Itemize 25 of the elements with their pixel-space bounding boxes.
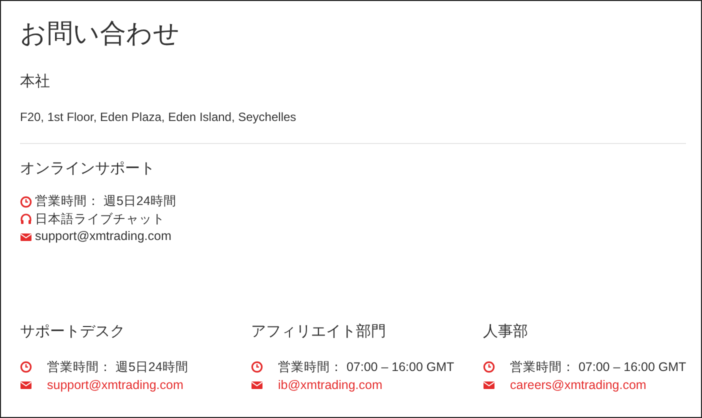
email-link[interactable]: careers@xmtrading.com [510,376,646,394]
section-heading: オンラインサポート [20,159,156,179]
clock-icon [20,196,32,208]
email-link[interactable]: support@xmtrading.com [47,376,184,394]
section-heading: 本社 [20,72,51,92]
clock-icon [483,360,495,372]
clock-icon [20,360,32,372]
hours-text: 営業時間： 07:00 – 16:00 GMT [510,358,686,376]
hours-text: 営業時間： 週5日24時間 [47,358,188,376]
envelope-icon [20,230,32,243]
envelope-icon [20,378,32,390]
headset-icon [20,213,32,226]
hours-text: 営業時間： 週5日24時間 [35,193,176,210]
envelope-icon [251,378,263,390]
envelope-icon [483,378,495,390]
page-title: お問い合わせ [20,17,181,50]
email-link[interactable]: ib@xmtrading.com [278,376,382,394]
clock-icon [251,360,263,372]
chat-label: 日本語ライブチャット [35,210,165,228]
address-text: F20, 1st Floor, Eden Plaza, Eden Island, Seychelles [20,109,298,126]
section-heading: 人事部 [483,322,529,342]
email-text: support@xmtrading.com [35,228,172,245]
section-heading: アフィリエイト部門 [251,322,387,342]
section-heading: サポートデスク [20,322,126,342]
hours-text: 営業時間： 07:00 – 16:00 GMT [278,358,454,376]
